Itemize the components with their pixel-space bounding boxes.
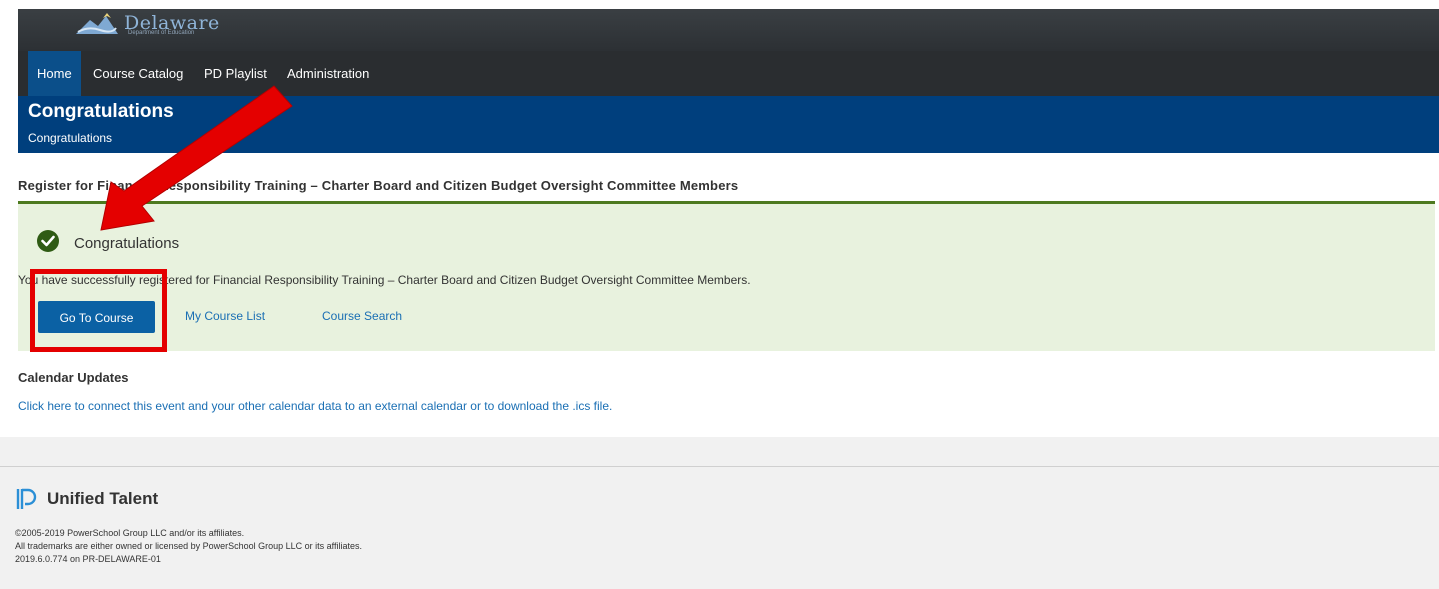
success-message: You have successfully registered for Fin… (18, 273, 751, 287)
nav-home[interactable]: Home (28, 51, 81, 96)
breadcrumb: Congratulations (28, 131, 113, 145)
check-circle-icon (37, 230, 59, 252)
success-panel: Congratulations You have successfully re… (18, 201, 1435, 351)
nav-administration[interactable]: Administration (278, 51, 378, 96)
footer: Unified Talent ©2005-2019 PowerSchool Gr… (0, 437, 1439, 589)
product-name: Unified Talent (47, 489, 159, 508)
registration-heading: Register for Financial Responsibility Tr… (18, 178, 739, 193)
footer-version: 2019.6.0.774 on PR-DELAWARE-01 (15, 554, 161, 564)
page-title: Congratulations (28, 101, 174, 122)
success-title: Congratulations (74, 235, 180, 252)
footer-divider (0, 466, 1439, 467)
page-banner: Congratulations Congratulations (18, 96, 1439, 153)
my-course-list-link[interactable]: My Course List (185, 309, 265, 323)
main-nav: Home Course Catalog PD Playlist Administ… (18, 51, 1439, 96)
nav-pd-playlist[interactable]: PD Playlist (195, 51, 276, 96)
calendar-updates-heading: Calendar Updates (18, 370, 129, 385)
nav-course-catalog[interactable]: Course Catalog (84, 51, 192, 96)
top-margin (0, 0, 1439, 9)
course-search-link[interactable]: Course Search (322, 309, 402, 323)
brand-bar: Delaware Department of Education (18, 9, 1439, 51)
calendar-connect-link[interactable]: Click here to connect this event and you… (18, 399, 612, 413)
brand-subtitle: Department of Education (128, 30, 195, 36)
footer-copyright: ©2005-2019 PowerSchool Group LLC and/or … (15, 528, 245, 538)
powerschool-logo-icon (16, 488, 37, 509)
footer-trademarks: All trademarks are either owned or licen… (15, 541, 363, 551)
delaware-mountain-icon (76, 13, 118, 34)
go-to-course-button[interactable]: Go To Course (38, 301, 155, 333)
